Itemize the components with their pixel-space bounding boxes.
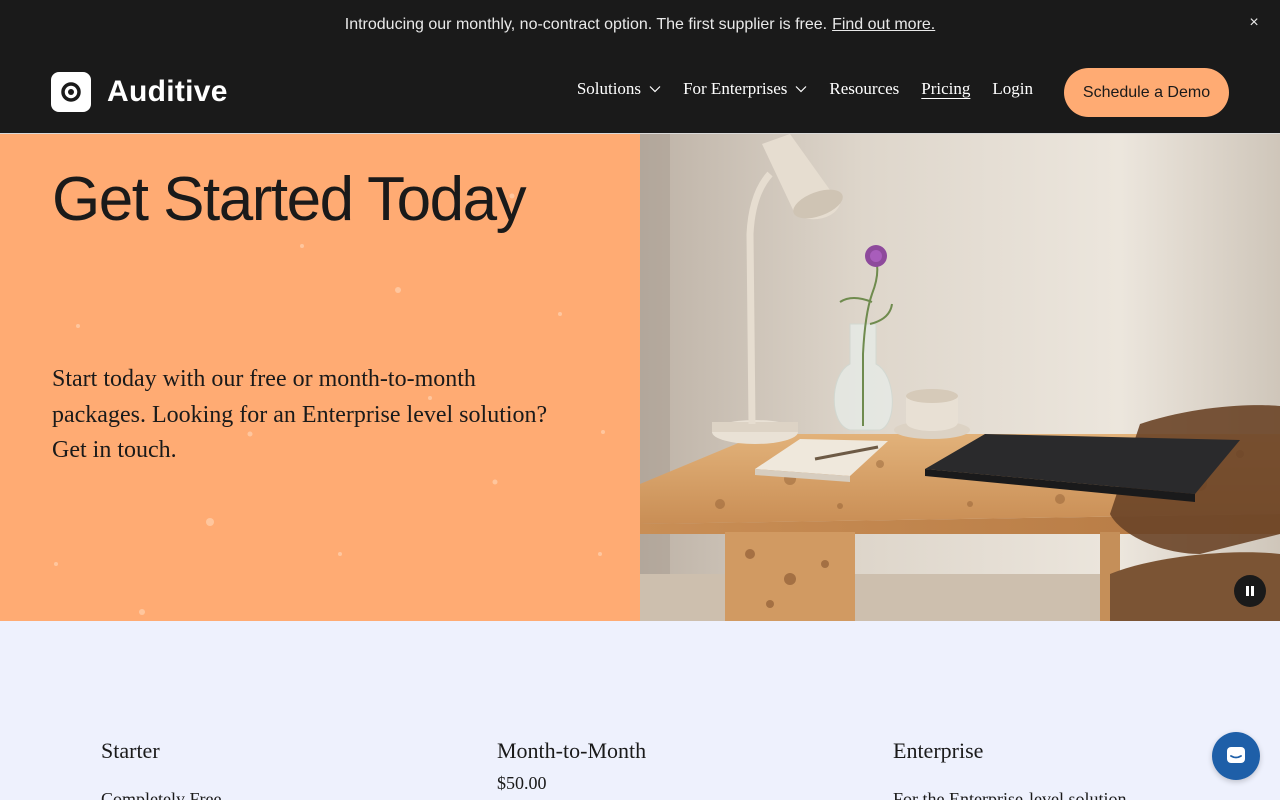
nav-item-label: Resources — [829, 79, 900, 98]
nav-item-solutions[interactable]: Solutions — [577, 79, 661, 99]
plan-name: Starter — [101, 738, 160, 763]
hero-title: Get Started Today — [52, 165, 527, 234]
main-nav: Auditive Solutions For Enterprises Resou… — [0, 50, 1280, 133]
brand-name: Auditive — [107, 75, 228, 108]
plan-name: Enterprise — [893, 738, 984, 763]
plan-subtitle: Completely Free — [101, 789, 222, 800]
desk-scene-illustration — [640, 134, 1280, 621]
hero-description: Start today with our free or month-to-mo… — [52, 366, 548, 463]
nav-item-login[interactable]: Login — [992, 79, 1033, 99]
nav-item-for-enterprises[interactable]: For Enterprises — [683, 79, 807, 99]
announcement-bar: Introducing our monthly, no-contract opt… — [0, 0, 1280, 50]
nav-item-label: Pricing — [921, 79, 971, 98]
close-icon[interactable]: × — [1244, 13, 1264, 33]
pause-button[interactable] — [1234, 575, 1266, 607]
chevron-down-icon — [795, 85, 807, 93]
nav-item-label: Solutions — [576, 79, 642, 98]
plan-name: Month-to-Month — [497, 738, 647, 763]
schedule-demo-button[interactable]: Schedule a Demo — [1064, 68, 1229, 117]
nav-item-pricing[interactable]: Pricing — [921, 79, 970, 99]
announcement-text: Introducing our monthly, no-contract opt… — [344, 16, 828, 33]
plan-price: $50.00 — [497, 773, 547, 793]
hero-text-panel: Get Started Today Start today with our f… — [0, 134, 640, 621]
plan-enterprise: Enterprise For the Enterprise-level solu… — [893, 738, 1126, 800]
nav-item-label: For Enterprises — [683, 79, 788, 98]
pause-icon — [1246, 586, 1254, 596]
chevron-down-icon — [649, 85, 661, 93]
nav-item-label: Login — [992, 79, 1033, 98]
find-out-more-link[interactable]: Find out more. — [832, 16, 935, 34]
plan-starter: Starter Completely Free — [101, 738, 221, 800]
chat-bubble-icon — [1227, 747, 1245, 763]
plan-month-to-month: Month-to-Month $50.00 — [497, 738, 646, 794]
nav-item-resources[interactable]: Resources — [829, 79, 899, 99]
nav-menu: Solutions For Enterprises Resources Pric… — [577, 79, 1033, 99]
pricing-section: Starter Completely Free Month-to-Month $… — [0, 621, 1280, 800]
logo-ring-icon — [51, 72, 91, 112]
chat-launcher-button[interactable] — [1212, 732, 1260, 780]
hero-image — [640, 134, 1280, 621]
plan-subtitle: For the Enterprise-level solution — [893, 789, 1127, 800]
brand-logo[interactable]: Auditive — [51, 72, 228, 112]
hero-section: Get Started Today Start today with our f… — [0, 133, 1280, 621]
